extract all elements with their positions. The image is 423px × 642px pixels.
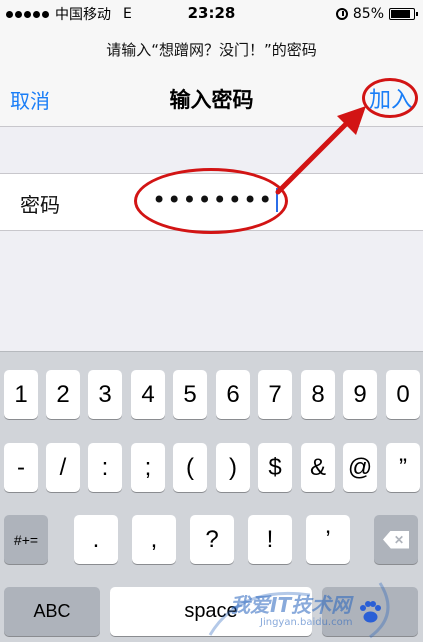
key-5[interactable]: 5 (173, 370, 207, 419)
key-comma[interactable]: , (132, 515, 176, 564)
key-colon[interactable]: : (88, 443, 122, 492)
key-4[interactable]: 4 (131, 370, 165, 419)
key-at[interactable]: @ (343, 443, 377, 492)
key-9[interactable]: 9 (343, 370, 377, 419)
key-3[interactable]: 3 (88, 370, 122, 419)
baidu-paw-icon (360, 600, 381, 622)
key-1[interactable]: 1 (4, 370, 38, 419)
key-hyphen[interactable]: - (4, 443, 38, 492)
key-slash[interactable]: / (46, 443, 80, 492)
key-6[interactable]: 6 (216, 370, 250, 419)
key-close-paren[interactable]: ) (216, 443, 250, 492)
key-exclamation[interactable]: ! (248, 515, 292, 564)
backspace-icon: ✕ (383, 530, 409, 549)
key-open-paren[interactable]: ( (173, 443, 207, 492)
key-ampersand[interactable]: & (301, 443, 335, 492)
key-period[interactable]: . (74, 515, 118, 564)
key-question[interactable]: ? (190, 515, 234, 564)
key-abc[interactable]: ABC (4, 587, 100, 636)
key-dollar[interactable]: $ (258, 443, 292, 492)
key-quote[interactable]: ” (386, 443, 420, 492)
key-2[interactable]: 2 (46, 370, 80, 419)
backspace-key[interactable]: ✕ (374, 515, 418, 564)
keyboard: 1 2 3 4 5 6 7 8 9 0 - / : ; ( ) $ & @ ” … (0, 351, 423, 642)
key-baidu[interactable] (322, 587, 418, 636)
key-7[interactable]: 7 (258, 370, 292, 419)
space-key[interactable]: space (110, 587, 312, 636)
key-more-symbols[interactable]: #+= (4, 515, 48, 564)
key-semicolon[interactable]: ; (131, 443, 165, 492)
key-apostrophe[interactable]: ’ (306, 515, 350, 564)
key-0[interactable]: 0 (386, 370, 420, 419)
key-8[interactable]: 8 (301, 370, 335, 419)
